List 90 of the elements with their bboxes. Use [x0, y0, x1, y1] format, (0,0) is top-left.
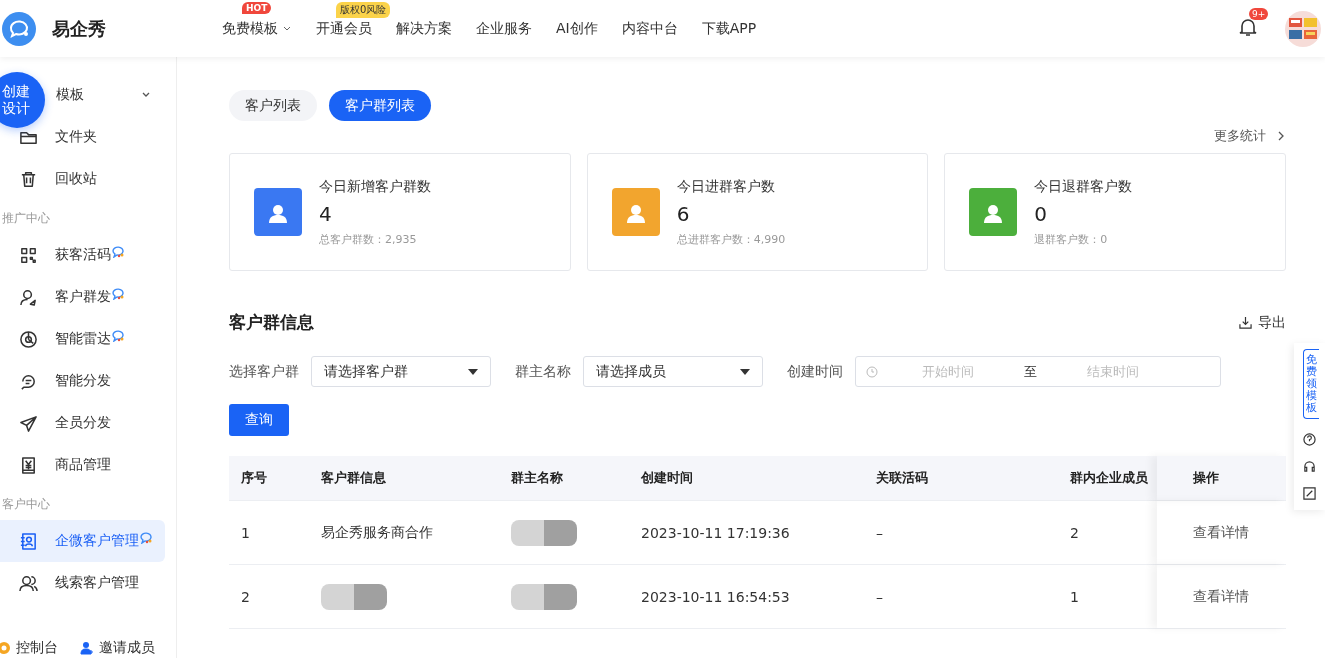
- tab[interactable]: 客户群列表: [329, 90, 431, 121]
- help-icon[interactable]: [1303, 433, 1316, 447]
- column-header: 群主名称: [510, 469, 564, 487]
- redacted-block: [511, 583, 577, 610]
- export-button[interactable]: 导出: [1239, 313, 1286, 332]
- logo-icon[interactable]: [2, 11, 36, 46]
- contact-icon: [19, 531, 38, 551]
- stat-value: 0: [1034, 201, 1049, 226]
- nav-link[interactable]: 企业服务: [476, 19, 532, 38]
- chevron-right-icon: [1276, 131, 1286, 141]
- column-header: 序号: [240, 469, 268, 487]
- trash-icon: [19, 169, 38, 189]
- console-link[interactable]: 控制台: [16, 639, 58, 657]
- sidebar-item[interactable]: 智能雷达: [0, 318, 165, 360]
- table-cell-text: 2: [1069, 523, 1080, 543]
- table-cell-text: 1: [1069, 587, 1080, 607]
- stat-subtitle: 总进群客户数：4,990: [676, 231, 786, 247]
- create-design-button[interactable]: 创建设计: [0, 72, 45, 128]
- edit-icon[interactable]: [1303, 487, 1316, 501]
- select-field[interactable]: 请选择客户群: [311, 356, 491, 387]
- promo-badge: 版权0风险: [336, 1, 391, 18]
- user-send-icon: [19, 287, 38, 307]
- column-header: 群内企业成员: [1069, 469, 1149, 487]
- table-cell-text: –: [875, 587, 884, 607]
- nav-link[interactable]: 开通会员: [316, 19, 372, 38]
- nav-link[interactable]: 内容中台: [621, 19, 678, 38]
- notification-badge: 9+: [1249, 7, 1269, 20]
- table-cell-text: 2: [240, 587, 251, 607]
- sidebar-item[interactable]: 模板: [56, 74, 165, 116]
- sidebar-section-label: 推广中心: [1, 209, 51, 227]
- sidebar-item[interactable]: 企微客户管理: [0, 520, 165, 562]
- radar-icon: [19, 329, 38, 349]
- table-cell-text: 2023-10-11 16:54:53: [640, 587, 791, 607]
- dropdown-arrow-icon: [740, 368, 750, 375]
- users-icon: [19, 573, 38, 593]
- column-header: 客户群信息: [320, 469, 387, 487]
- column-header: 操作: [1157, 456, 1286, 500]
- avatar[interactable]: [1285, 10, 1321, 47]
- nav-link[interactable]: AI创作: [556, 19, 598, 38]
- range-separator: 至: [1024, 362, 1037, 381]
- redacted-block: [511, 519, 577, 546]
- yen-icon: [19, 455, 38, 475]
- filter-label: 选择客户群: [229, 362, 299, 381]
- table-cell-text: 1: [240, 523, 251, 543]
- table-cell-text: 2023-10-11 17:19:36: [640, 523, 791, 543]
- sidebar-item[interactable]: 线索客户管理: [0, 562, 165, 604]
- dropdown-arrow-icon: [468, 368, 478, 375]
- stat-title: 今日新增客户群数: [319, 177, 431, 196]
- sidebar-item[interactable]: 商品管理: [0, 444, 165, 486]
- view-details-link[interactable]: 查看详情: [1193, 587, 1249, 606]
- stat-value: 6: [676, 201, 691, 226]
- sidebar-item[interactable]: 回收站: [0, 158, 165, 200]
- invite-link[interactable]: 邀请成员: [99, 639, 155, 657]
- select-field[interactable]: 请选择成员: [583, 356, 763, 387]
- plane-icon: [19, 413, 38, 433]
- add-user-icon[interactable]: [80, 641, 94, 655]
- sidebar-item[interactable]: 智能分发: [0, 360, 165, 402]
- stat-title: 今日进群客户数: [676, 177, 776, 196]
- stat-subtitle: 退群客户数：0: [1034, 231, 1109, 247]
- hot-badge: HOT: [242, 1, 272, 14]
- nav-link[interactable]: 解决方案: [396, 19, 452, 38]
- clock-icon: [866, 365, 878, 378]
- end-date-input[interactable]: 结束时间: [1051, 363, 1175, 380]
- table-cell-text: 易企秀服务商合作: [320, 522, 434, 542]
- redacted-block: [321, 583, 387, 610]
- start-date-input[interactable]: 开始时间: [886, 363, 1010, 380]
- free-template-tab[interactable]: 免费领模板: [1303, 349, 1319, 420]
- nav-link[interactable]: 免费模板: [222, 19, 292, 38]
- sidebar-item[interactable]: 获客活码: [0, 234, 165, 276]
- column-header: 创建时间: [640, 469, 694, 487]
- column-header: 关联活码: [875, 469, 929, 487]
- stat-title: 今日退群客户数: [1034, 177, 1133, 196]
- nav-link[interactable]: 下载APP: [701, 19, 757, 38]
- headset-icon[interactable]: [1303, 460, 1316, 474]
- brand-name: 易企秀: [52, 16, 107, 41]
- section-title: 客户群信息: [229, 311, 314, 334]
- view-details-link[interactable]: 查看详情: [1193, 523, 1249, 542]
- more-stats-link[interactable]: 更多统计: [1214, 127, 1286, 145]
- query-button[interactable]: 查询: [229, 404, 289, 436]
- qr-icon: [19, 245, 38, 265]
- download-icon: [1239, 316, 1252, 329]
- sidebar-item[interactable]: 全员分发: [0, 402, 165, 444]
- stat-subtitle: 总客户群数：2,935: [319, 231, 418, 247]
- tab[interactable]: 客户列表: [229, 90, 317, 121]
- filter-label: 群主名称: [515, 362, 571, 381]
- stat-value: 4: [319, 201, 333, 226]
- sidebar-item[interactable]: 客户群发: [0, 276, 165, 318]
- sidebar-section-label: 客户中心: [1, 495, 51, 513]
- table-cell-text: –: [875, 523, 884, 543]
- filter-label: 创建时间: [787, 362, 843, 381]
